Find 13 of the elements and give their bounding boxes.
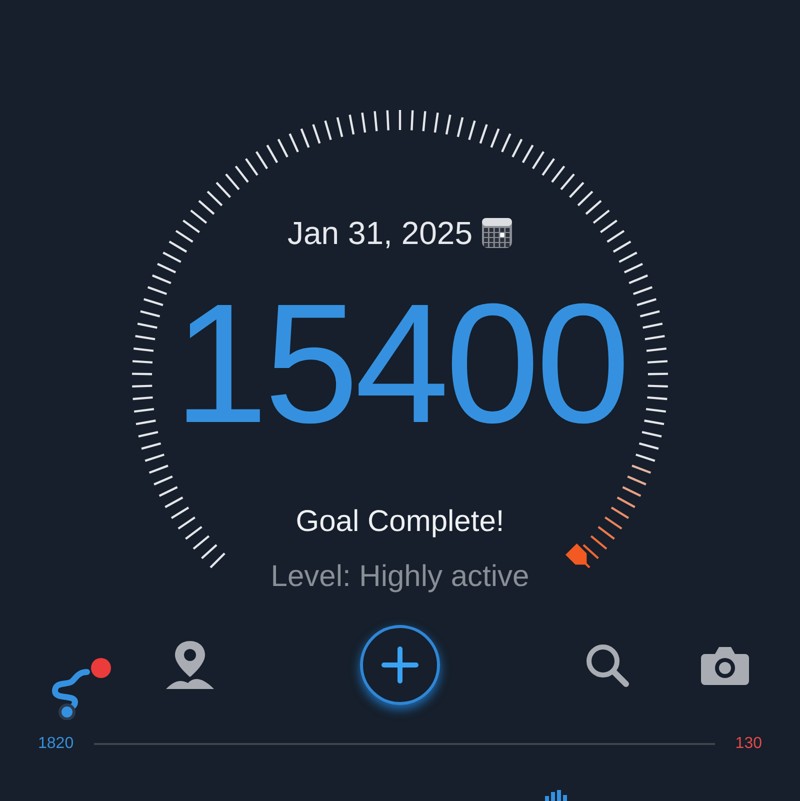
calendar-icon[interactable] bbox=[480, 217, 513, 249]
date-label: Jan 31, 2025 bbox=[287, 214, 473, 253]
chart-icon[interactable] bbox=[545, 790, 569, 801]
add-button[interactable] bbox=[360, 625, 440, 705]
search-icon[interactable] bbox=[584, 642, 630, 688]
camera-icon[interactable] bbox=[701, 645, 749, 685]
goal-status: Goal Complete! bbox=[296, 504, 504, 540]
activity-level: Level: Highly active bbox=[270, 559, 530, 595]
step-count: 15400 bbox=[174, 279, 626, 449]
gauge-marker bbox=[565, 543, 587, 565]
left-value: 1820 bbox=[38, 734, 74, 754]
right-value: 130 bbox=[735, 734, 762, 754]
plus-icon bbox=[380, 645, 420, 685]
